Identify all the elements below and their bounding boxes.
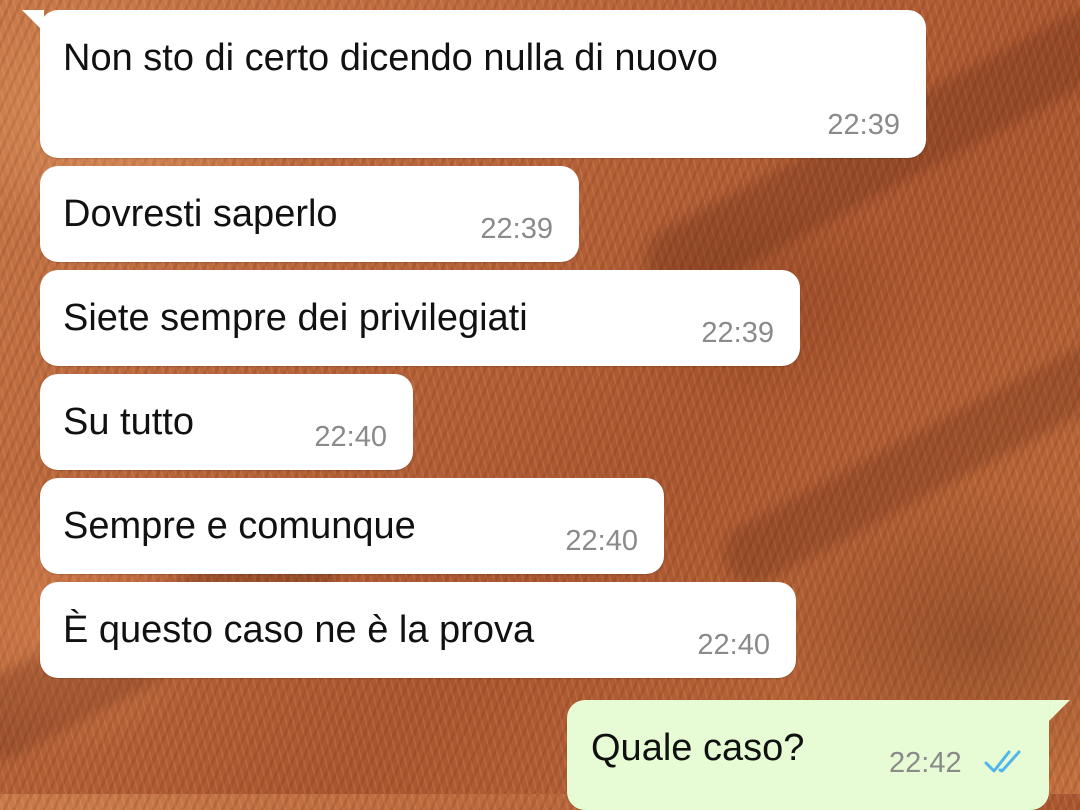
message-timestamp: 22:40 bbox=[697, 629, 770, 661]
message-bubble-incoming[interactable]: Non sto di certo dicendo nulla di nuovo … bbox=[40, 10, 926, 158]
message-bubble-incoming[interactable]: È questo caso ne è la prova 22:40 bbox=[40, 582, 796, 678]
message-timestamp: 22:42 bbox=[889, 747, 962, 779]
message-bubble-incoming[interactable]: Dovresti saperlo 22:39 bbox=[40, 166, 579, 262]
message-timestamp: 22:39 bbox=[480, 213, 553, 245]
message-bubble-incoming[interactable]: Siete sempre dei privilegiati 22:39 bbox=[40, 270, 800, 366]
message-text: È questo caso ne è la prova bbox=[63, 609, 535, 651]
message-bubble-incoming[interactable]: Sempre e comunque 22:40 bbox=[40, 478, 664, 574]
double-check-read-icon bbox=[983, 748, 1023, 783]
message-timestamp: 22:40 bbox=[565, 525, 638, 557]
message-text: Quale caso? bbox=[591, 727, 805, 769]
message-text: Sempre e comunque bbox=[63, 505, 416, 547]
message-timestamp: 22:39 bbox=[827, 109, 900, 141]
bubble-tail bbox=[1046, 700, 1070, 724]
message-text: Non sto di certo dicendo nulla di nuovo bbox=[63, 37, 718, 79]
message-bubble-incoming[interactable]: Su tutto 22:40 bbox=[40, 374, 413, 470]
message-text: Siete sempre dei privilegiati bbox=[63, 297, 528, 339]
message-text: Su tutto bbox=[63, 401, 194, 443]
message-timestamp: 22:40 bbox=[314, 421, 387, 453]
message-timestamp: 22:39 bbox=[701, 317, 774, 349]
message-text: Dovresti saperlo bbox=[63, 193, 338, 235]
